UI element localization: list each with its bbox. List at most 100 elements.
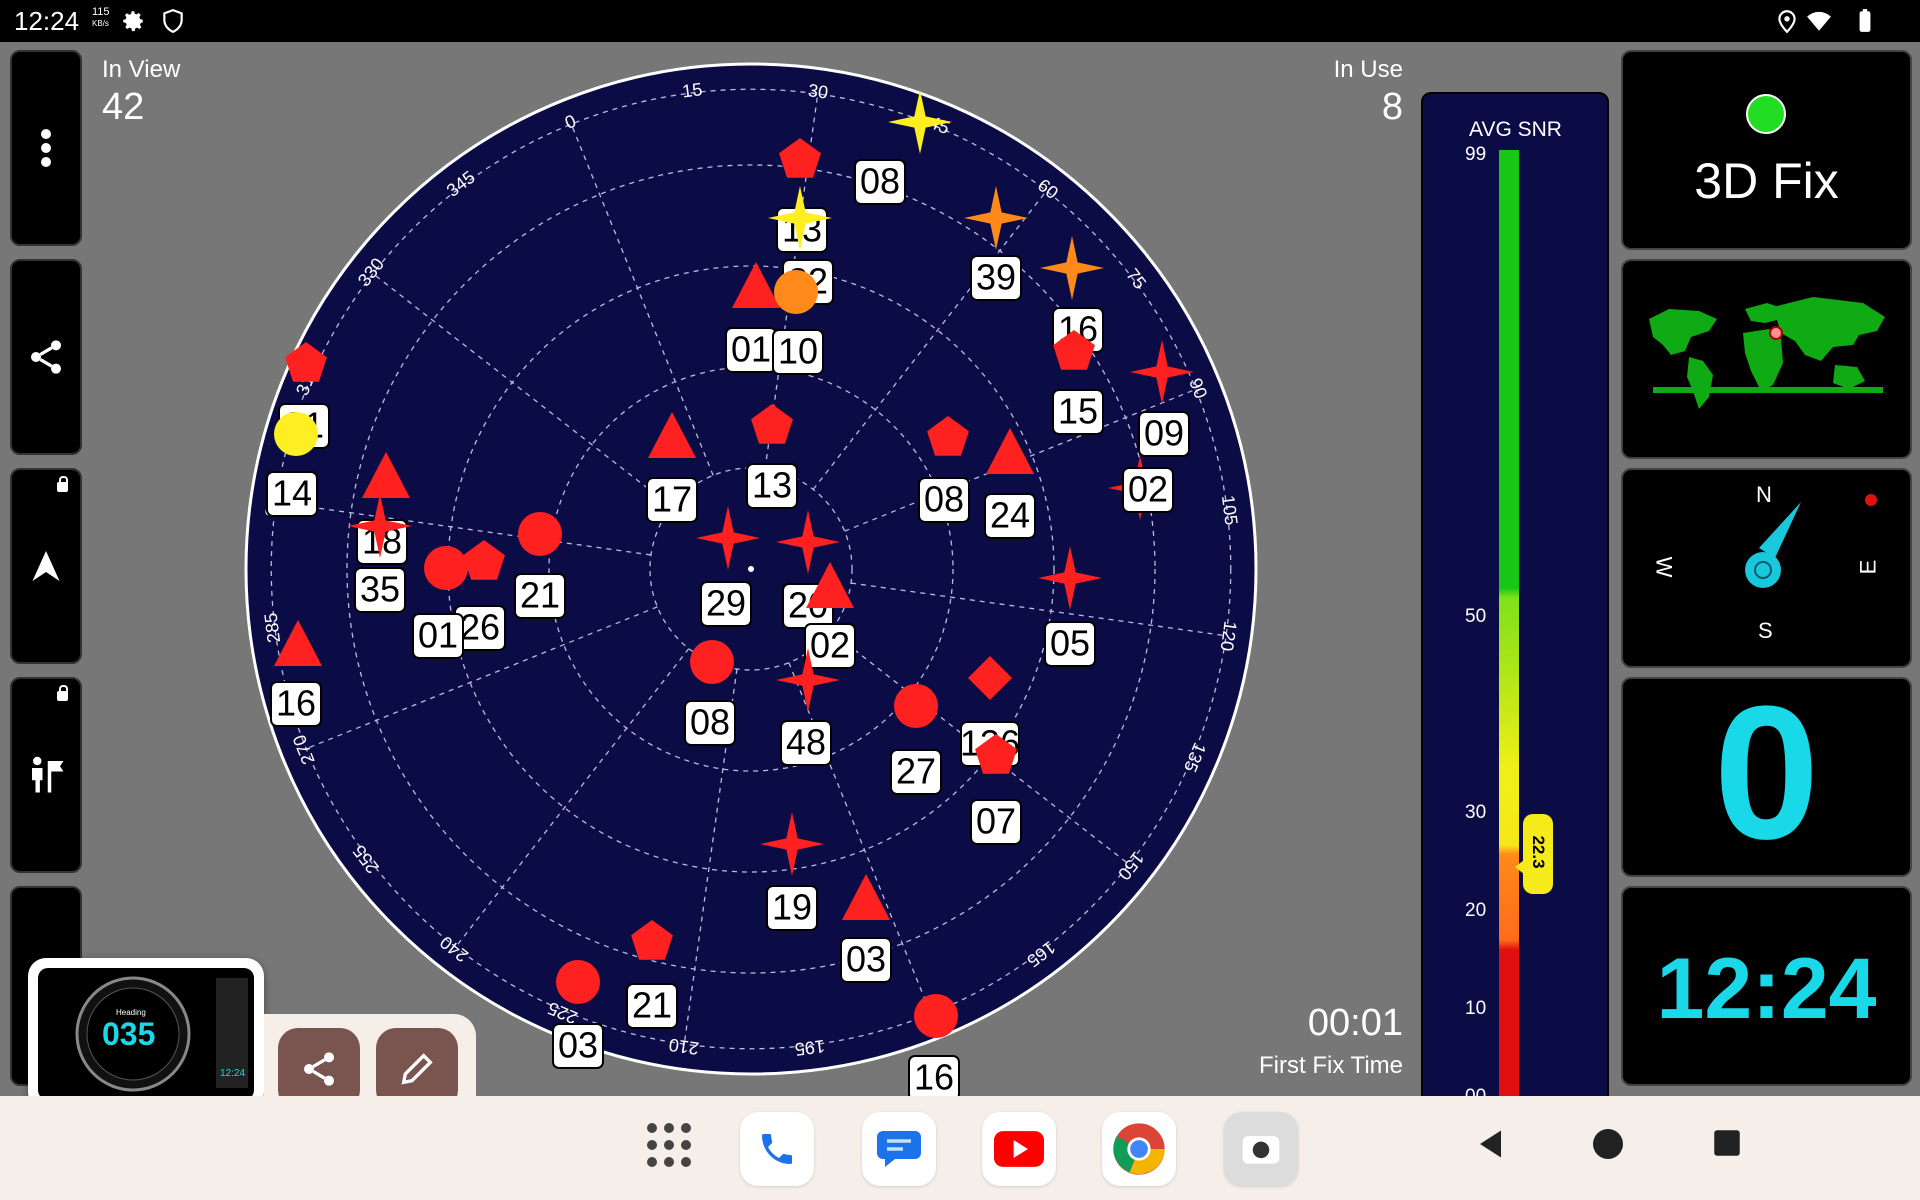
snr-avg-value: 22.3 (1529, 835, 1548, 869)
satellite-prn-label: 03 (846, 939, 886, 980)
satellite-prn-label: 03 (558, 1025, 598, 1066)
shield-icon (163, 9, 183, 34)
compass-tile[interactable]: N S W E (1621, 468, 1912, 668)
satellite-prn-label: 26 (460, 607, 500, 648)
camera-app[interactable] (1224, 1112, 1298, 1186)
compass-west: W (1651, 556, 1677, 578)
satellite-prn-label: 17 (652, 479, 692, 520)
compass-south: S (1758, 618, 1773, 643)
snr-title: AVG SNR (1469, 118, 1562, 141)
clock-value: 12:24 (1656, 941, 1877, 1037)
status-time: 12:24 (14, 6, 80, 36)
azimuth-label: 105 (1218, 494, 1242, 526)
in-view-count: 42 (102, 86, 145, 128)
satellites-used-value: 0 (1713, 667, 1820, 879)
snr-tick-99: 99 (1465, 144, 1487, 165)
settings-icon (123, 11, 143, 32)
pip-preview[interactable]: Heading 035 12:24 (28, 958, 264, 1110)
satellite-prn-label: 48 (786, 722, 826, 763)
clock-tile[interactable]: 12:24 (1621, 886, 1912, 1086)
phone-app[interactable] (740, 1112, 814, 1186)
snr-tick-20: 20 (1465, 900, 1487, 921)
snr-gradient-bar (1499, 150, 1519, 1102)
main-area: 0153045607590105120135150165180195210225… (0, 42, 1920, 1128)
azimuth-label: 15 (681, 79, 703, 101)
fix-indicator (1746, 94, 1786, 134)
back-icon[interactable] (1474, 1126, 1510, 1162)
satellite-circle-marker (914, 994, 958, 1038)
satellite-prn-label: 07 (976, 801, 1016, 842)
satellite-prn-label: 29 (706, 583, 746, 624)
satellite-prn-label: 21 (520, 575, 560, 616)
satellite-prn-label: 27 (896, 751, 936, 792)
satellite-circle-marker (424, 546, 468, 590)
satellite-circle-marker (690, 640, 734, 684)
in-view-label: In View (102, 56, 181, 83)
azimuth-label: 120 (1217, 620, 1241, 653)
satellite-circle-marker (774, 270, 818, 314)
satellite-prn-label: 39 (976, 257, 1016, 298)
youtube-app[interactable] (982, 1112, 1056, 1186)
snr-avg-marker: 22.3 (1515, 814, 1553, 894)
messages-app[interactable] (862, 1112, 936, 1186)
satellite-prn-label: 10 (778, 331, 818, 372)
satellite-prn-label: 08 (924, 479, 964, 520)
satellites-used-tile[interactable]: 0 (1621, 673, 1912, 877)
satellite-prn-label: 24 (990, 495, 1030, 536)
azimuth-label: 285 (261, 612, 285, 644)
in-use-count: 8 (1381, 86, 1403, 128)
pip-screen: Heading 035 12:24 (38, 968, 254, 1100)
fix-status-tile[interactable]: 3D Fix (1621, 50, 1912, 250)
share-icon (304, 1052, 334, 1086)
satellite-prn-label: 15 (1058, 391, 1098, 432)
world-map-icon (1649, 297, 1885, 409)
satellite-prn-label: 01 (731, 329, 771, 370)
satellite-prn-label: 08 (690, 702, 730, 743)
location-icon (1778, 10, 1796, 34)
app-drawer-icon[interactable] (644, 1120, 694, 1170)
zenith-dot (748, 566, 754, 572)
satellite-prn-label: 14 (272, 473, 312, 514)
satellite-circle-marker (894, 684, 938, 728)
chrome-app[interactable] (1102, 1112, 1176, 1186)
messages-icon (877, 1131, 921, 1167)
snr-tick-30: 30 (1465, 802, 1487, 823)
azimuth-label: 195 (794, 1036, 826, 1060)
satellite-prn-label: 16 (914, 1057, 954, 1096)
pencil-icon (401, 1053, 433, 1085)
first-fix-label: First Fix Time (1259, 1052, 1403, 1079)
network-speed: 115 KB/s (92, 6, 110, 30)
azimuth-label: 210 (668, 1035, 701, 1059)
in-use-label: In Use (1333, 56, 1403, 83)
satellite-circle-marker (518, 512, 562, 556)
battery-icon (1859, 9, 1871, 32)
satellite-circle-marker (274, 412, 318, 456)
satellite-prn-label: 35 (360, 569, 400, 610)
network-speed-value: 115 (92, 6, 110, 18)
youtube-icon (994, 1131, 1044, 1167)
satellite-prn-label: 09 (1144, 413, 1184, 454)
satellite-prn-label: 01 (418, 615, 458, 656)
chrome-icon (1113, 1123, 1165, 1175)
home-icon[interactable] (1590, 1126, 1626, 1162)
pip-mini-time: 12:24 (220, 1068, 246, 1079)
pip-heading-value: 035 (102, 1016, 156, 1052)
satellite-prn-label: 02 (810, 625, 850, 666)
snr-panel: AVG SNR 99 50 30 20 10 00 22.3 (1421, 92, 1609, 1128)
recents-icon[interactable] (1710, 1126, 1744, 1160)
compass-needle-icon (1745, 502, 1801, 588)
satellite-prn-label: 16 (276, 683, 316, 724)
status-bar: 12:24 115 KB/s (0, 0, 1920, 42)
azimuth-label: 30 (807, 80, 830, 103)
network-speed-unit: KB/s (92, 19, 109, 28)
world-map-tile[interactable] (1621, 259, 1912, 459)
compass-east: E (1855, 559, 1881, 575)
camera-icon (1242, 1136, 1280, 1164)
satellite-prn-label: 21 (632, 985, 672, 1026)
satellite-prn-label: 02 (1128, 469, 1168, 510)
snr-tick-10: 10 (1465, 998, 1487, 1019)
satellite-prn-label: 19 (772, 887, 812, 928)
compass-target-dot (1865, 494, 1877, 506)
taskbar (0, 1096, 1920, 1200)
fix-status-text: 3D Fix (1694, 153, 1839, 209)
